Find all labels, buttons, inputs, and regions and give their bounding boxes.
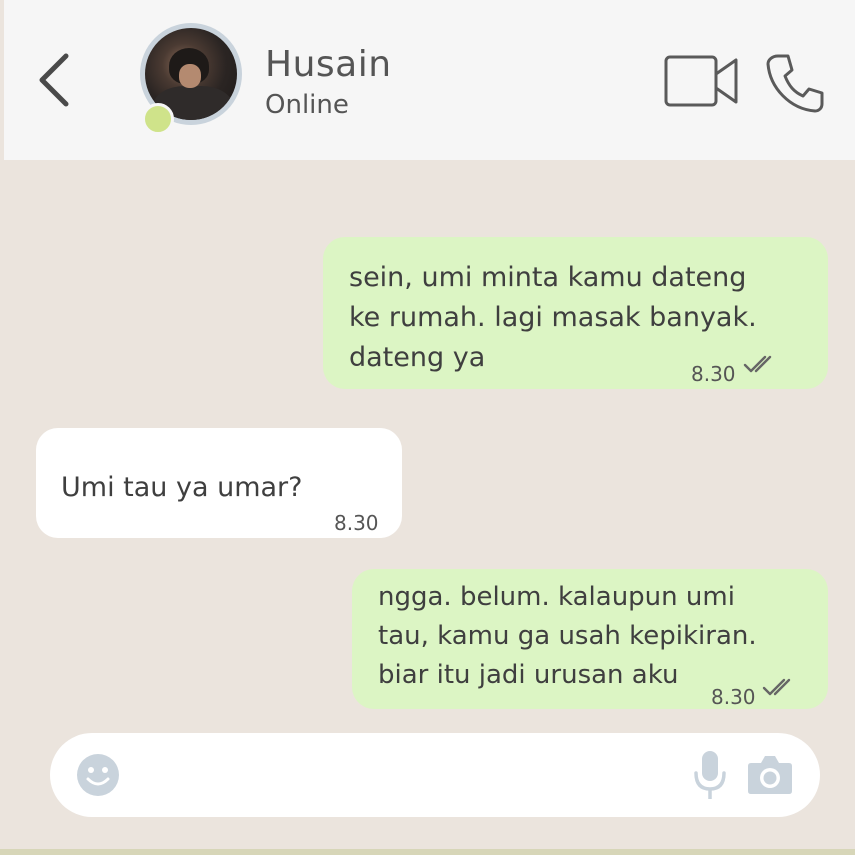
contact-status: Online (265, 90, 349, 120)
outgoing-message[interactable]: sein, umi minta kamu dateng ke rumah. la… (323, 237, 828, 389)
phone-call-icon[interactable] (764, 52, 826, 114)
back-arrow-icon[interactable] (34, 50, 78, 110)
emoji-icon[interactable] (76, 753, 120, 797)
message-time: 8.30 (334, 511, 379, 535)
contact-name[interactable]: Husain (265, 44, 392, 85)
double-check-icon (743, 355, 772, 373)
incoming-message[interactable]: Umi tau ya umar? 8.30 (36, 428, 402, 538)
message-time: 8.30 (711, 685, 756, 709)
camera-icon[interactable] (747, 753, 793, 795)
contact-avatar[interactable] (140, 23, 250, 135)
message-input-bar[interactable] (50, 733, 820, 817)
message-time: 8.30 (691, 362, 736, 386)
outgoing-message[interactable]: ngga. belum. kalaupun umi tau, kamu ga u… (352, 569, 828, 709)
video-call-icon[interactable] (664, 52, 740, 110)
double-check-icon (762, 678, 791, 696)
microphone-icon[interactable] (693, 749, 727, 801)
bottom-divider (0, 849, 855, 855)
message-text: Umi tau ya umar? (61, 472, 303, 503)
online-status-dot (142, 103, 174, 135)
message-text: ngga. belum. kalaupun umi tau, kamu ga u… (378, 582, 757, 690)
chat-header: Husain Online (4, 0, 855, 160)
